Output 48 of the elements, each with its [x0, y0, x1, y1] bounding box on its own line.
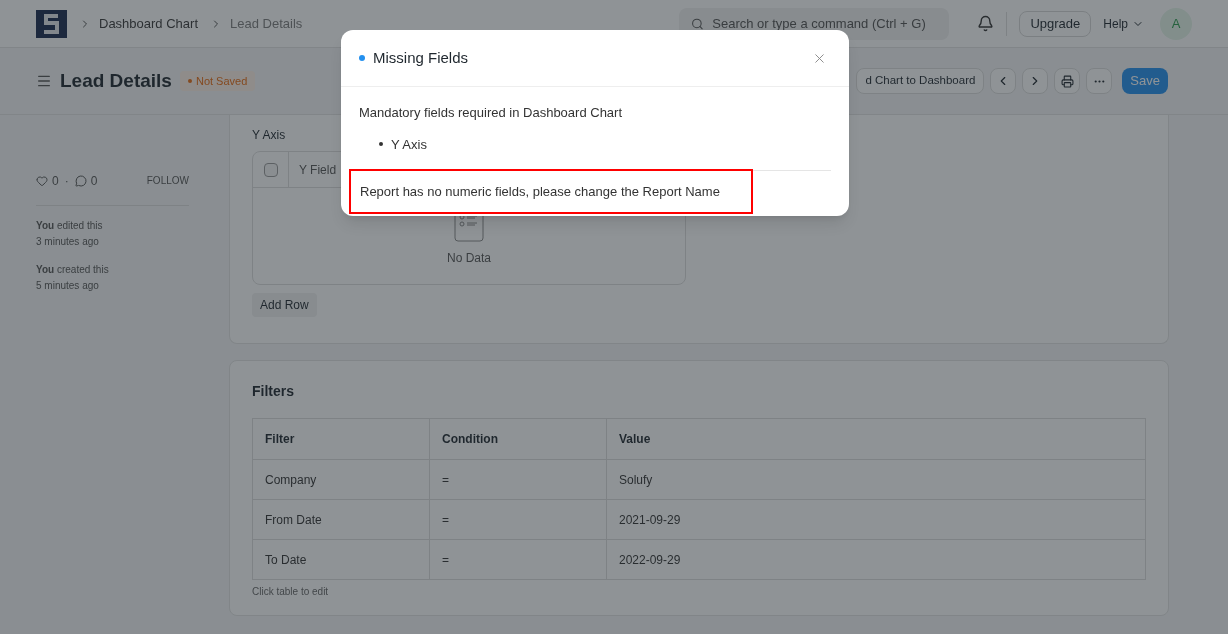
- page-title: Lead Details: [60, 68, 172, 93]
- column-header: Y Field: [298, 161, 338, 178]
- like-icon[interactable]: [36, 175, 48, 187]
- table-cell: Solufy: [606, 459, 1146, 500]
- print-icon: [1060, 74, 1074, 88]
- save-button[interactable]: Save: [1122, 68, 1168, 94]
- modal-title: Missing Fields: [373, 47, 469, 68]
- add-to-dashboard-button[interactable]: d Chart to Dashboard: [856, 68, 985, 94]
- table-cell: Company: [252, 459, 430, 500]
- breadcrumb-link[interactable]: Dashboard Chart: [99, 13, 198, 34]
- logo-icon[interactable]: [36, 9, 67, 38]
- timeline-text: You edited this: [36, 219, 104, 233]
- like-count: 0: [52, 173, 59, 189]
- breadcrumb-link[interactable]: Lead Details: [230, 13, 303, 34]
- add-row-button[interactable]: Add Row: [252, 293, 317, 317]
- empty-state-text: No Data: [447, 250, 491, 266]
- table-cell: From Date: [252, 499, 430, 540]
- help-menu[interactable]: Help: [1103, 15, 1144, 32]
- separator: ·: [64, 173, 69, 189]
- timeline-text: You created this: [36, 263, 110, 277]
- timeline-time: 5 minutes ago: [36, 279, 100, 293]
- column-header: Filter: [252, 418, 430, 460]
- notification-icon[interactable]: [977, 15, 995, 32]
- missing-field-item: Y Axis: [379, 134, 831, 154]
- table-cell: =: [429, 499, 607, 540]
- table-cell: 2021-09-29: [606, 499, 1146, 540]
- checkbox[interactable]: [263, 162, 278, 177]
- table-cell: 2022-09-29: [606, 539, 1146, 580]
- search-icon: [691, 16, 705, 31]
- menu-icon[interactable]: [36, 73, 52, 89]
- print-button[interactable]: [1054, 68, 1081, 94]
- upgrade-button[interactable]: Upgrade: [1019, 10, 1092, 37]
- column-header: Value: [606, 418, 1146, 460]
- table-cell: To Date: [252, 539, 430, 580]
- section-title: Filters: [252, 382, 295, 401]
- error-message: Report has no numeric fields, please change the Report Name: [349, 169, 753, 214]
- search-input[interactable]: Search or type a command (Ctrl + G): [712, 13, 938, 34]
- comment-icon[interactable]: [74, 175, 87, 187]
- timeline-time: 3 minutes ago: [36, 235, 100, 249]
- follow-link[interactable]: FOLLOW: [146, 174, 189, 188]
- table-cell: =: [429, 459, 607, 500]
- status-indicator: Not Saved: [179, 70, 256, 92]
- comment-count: 0: [90, 173, 98, 189]
- hint-text: Click table to edit: [252, 585, 330, 599]
- field-label: Y Axis: [252, 127, 286, 143]
- column-header: Condition: [429, 418, 607, 460]
- modal-message: Mandatory fields required in Dashboard Chart: [359, 104, 624, 122]
- table-cell: =: [429, 539, 607, 580]
